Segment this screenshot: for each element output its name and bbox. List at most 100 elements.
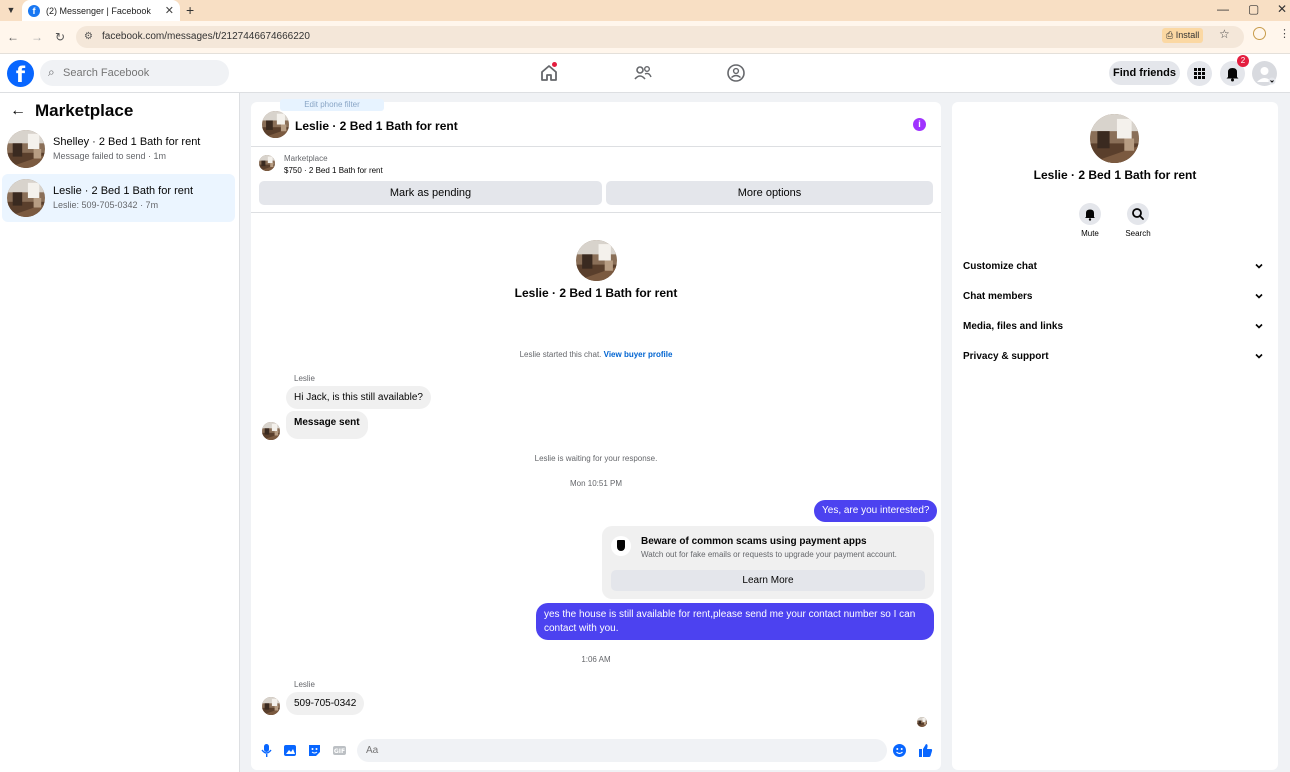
timestamp: Mon 10:51 PM <box>569 479 623 488</box>
minimize-button[interactable]: — <box>1217 2 1229 16</box>
message-composer: GIF <box>251 732 941 770</box>
incoming-message[interactable]: Message sent <box>286 411 368 439</box>
outgoing-message[interactable]: yes the house is still available for ren… <box>536 603 934 640</box>
facebook-favicon-icon: f <box>28 4 40 17</box>
home-icon[interactable] <box>538 62 560 84</box>
section-label: Chat members <box>963 291 1033 302</box>
browser-menu-icon[interactable]: ⋮ <box>1279 27 1290 40</box>
incoming-message[interactable]: 509-705-0342 <box>286 692 365 715</box>
incoming-message[interactable]: Hi Jack, is this still available? <box>286 386 431 409</box>
microphone-icon[interactable] <box>259 743 274 758</box>
search-label: Search <box>1125 229 1151 238</box>
listing-title[interactable]: $750 · 2 Bed 1 Bath for rent <box>284 166 383 175</box>
facebook-search[interactable]: ⌕ <box>40 60 229 86</box>
divider <box>251 212 941 213</box>
details-name: Leslie · 2 Bed 1 Bath for rent <box>1033 168 1197 182</box>
maximize-button[interactable]: ▢ <box>1248 2 1259 16</box>
friends-icon[interactable] <box>632 62 654 84</box>
conversation-item[interactable]: Shelley · 2 Bed 1 Bath for rent Message … <box>2 125 235 173</box>
sender-avatar[interactable] <box>262 697 280 715</box>
learn-more-button[interactable]: Learn More <box>611 570 925 591</box>
tab-title: (2) Messenger | Facebook <box>46 5 151 16</box>
chat-members-section[interactable]: Chat members <box>963 287 1267 307</box>
tab-search-dropdown-icon[interactable]: ▼ <box>4 3 18 17</box>
intro-avatar[interactable] <box>576 240 617 281</box>
conversation-item-active[interactable]: Leslie · 2 Bed 1 Bath for rent Leslie: 5… <box>2 174 235 222</box>
conversation-info-icon[interactable]: i <box>913 118 926 131</box>
message-input[interactable] <box>357 739 887 762</box>
tab-close-icon[interactable]: ✕ <box>165 4 174 17</box>
view-buyer-profile-link[interactable]: View buyer profile <box>604 350 673 359</box>
bell-icon <box>1085 209 1095 221</box>
privacy-support-section[interactable]: Privacy & support <box>963 347 1267 367</box>
thumbs-up-icon[interactable] <box>918 743 933 758</box>
facebook-header: f ⌕ Find friends <box>0 54 1290 93</box>
listing-thumbnail[interactable] <box>259 155 275 171</box>
omnibox[interactable]: ⚙ facebook.com/messages/t/21274466746662… <box>76 26 1244 48</box>
intro-title: Leslie · 2 Bed 1 Bath for rent <box>514 286 678 300</box>
emoji-icon[interactable] <box>892 743 907 758</box>
conversation-avatar <box>7 179 45 217</box>
chevron-down-icon <box>1255 293 1263 299</box>
seen-indicator-avatar <box>917 717 927 727</box>
marketplace-conversation-list: ← Marketplace Shelley · 2 Bed 1 Bath for… <box>0 93 240 772</box>
install-icon: ⎙ <box>1166 30 1174 40</box>
shield-icon <box>611 536 631 556</box>
conversation-preview: Leslie: 509-705-0342 · 7m <box>53 200 159 210</box>
chat-started-text: Leslie started this chat. <box>519 350 602 359</box>
notification-count-badge: 2 <box>1237 55 1249 67</box>
close-window-button[interactable]: ✕ <box>1277 2 1287 16</box>
bookmark-star-icon[interactable]: ☆ <box>1219 27 1230 41</box>
mute-label: Mute <box>1081 229 1099 238</box>
sticker-icon[interactable] <box>307 743 322 758</box>
install-app-button[interactable]: ⎙ Install <box>1162 28 1204 43</box>
mute-button[interactable] <box>1079 203 1101 225</box>
mark-as-pending-button[interactable]: Mark as pending <box>259 181 602 205</box>
outgoing-message[interactable]: Yes, are you interested? <box>814 500 938 522</box>
menu-grid-icon[interactable] <box>1187 61 1212 86</box>
browser-profile-icon[interactable] <box>1253 27 1266 40</box>
facebook-logo-icon[interactable]: f <box>7 60 34 87</box>
back-arrow-icon[interactable]: ← <box>10 102 26 120</box>
sender-avatar[interactable] <box>262 422 280 440</box>
browser-tab-active[interactable]: f (2) Messenger | Facebook ✕ <box>22 0 180 21</box>
timestamp: 1:06 AM <box>581 655 611 664</box>
sender-name: Leslie <box>294 374 315 383</box>
conversation-preview: Message failed to send · 1m <box>53 151 167 161</box>
more-options-button[interactable]: More options <box>606 181 933 205</box>
chevron-down-icon <box>1255 323 1263 329</box>
chat-header-avatar[interactable] <box>262 111 289 138</box>
media-files-links-section[interactable]: Media, files and links <box>963 317 1267 337</box>
details-avatar[interactable] <box>1090 114 1139 163</box>
conversation-details-panel: Leslie · 2 Bed 1 Bath for rent Mute Sear… <box>952 102 1278 770</box>
section-label: Media, files and links <box>963 321 1064 332</box>
waiting-notice: Leslie is waiting for your response. <box>534 454 658 463</box>
customize-chat-section[interactable]: Customize chat <box>963 257 1267 277</box>
search-conversation-button[interactable] <box>1127 203 1149 225</box>
back-icon[interactable]: ← <box>7 30 19 44</box>
chevron-down-icon <box>1255 263 1263 269</box>
groups-icon[interactable] <box>725 62 747 84</box>
site-info-icon[interactable]: ⚙ <box>84 31 93 42</box>
browser-tab-bar: ▼ f (2) Messenger | Facebook ✕ + — ▢ ✕ <box>0 0 1290 21</box>
photo-attach-icon[interactable] <box>283 743 298 758</box>
section-label: Customize chat <box>963 261 1037 272</box>
reload-icon[interactable]: ↻ <box>55 30 65 44</box>
chat-title[interactable]: Leslie · 2 Bed 1 Bath for rent <box>295 119 458 133</box>
facebook-search-input[interactable] <box>63 63 223 83</box>
url-text[interactable]: facebook.com/messages/t/2127446674666220 <box>102 31 310 42</box>
account-avatar[interactable] <box>1252 61 1277 86</box>
forward-icon[interactable]: → <box>31 30 43 44</box>
search-icon: ⌕ <box>48 65 55 79</box>
conversation-name: Leslie · 2 Bed 1 Bath for rent <box>53 185 194 197</box>
new-tab-button[interactable]: + <box>186 2 194 18</box>
chat-started-notice: Leslie started this chat. View buyer pro… <box>251 350 941 359</box>
find-friends-button[interactable]: Find friends <box>1109 61 1180 85</box>
scam-warning-title: Beware of common scams using payment app… <box>641 536 867 547</box>
chat-panel: Leslie · 2 Bed 1 Bath for rent i Marketp… <box>251 102 941 770</box>
section-label: Privacy & support <box>963 351 1049 362</box>
conversation-name: Shelley · 2 Bed 1 Bath for rent <box>53 136 201 148</box>
magnifier-icon <box>1132 208 1144 220</box>
marketplace-header: ← Marketplace <box>10 101 133 121</box>
gif-icon[interactable]: GIF <box>332 743 347 758</box>
